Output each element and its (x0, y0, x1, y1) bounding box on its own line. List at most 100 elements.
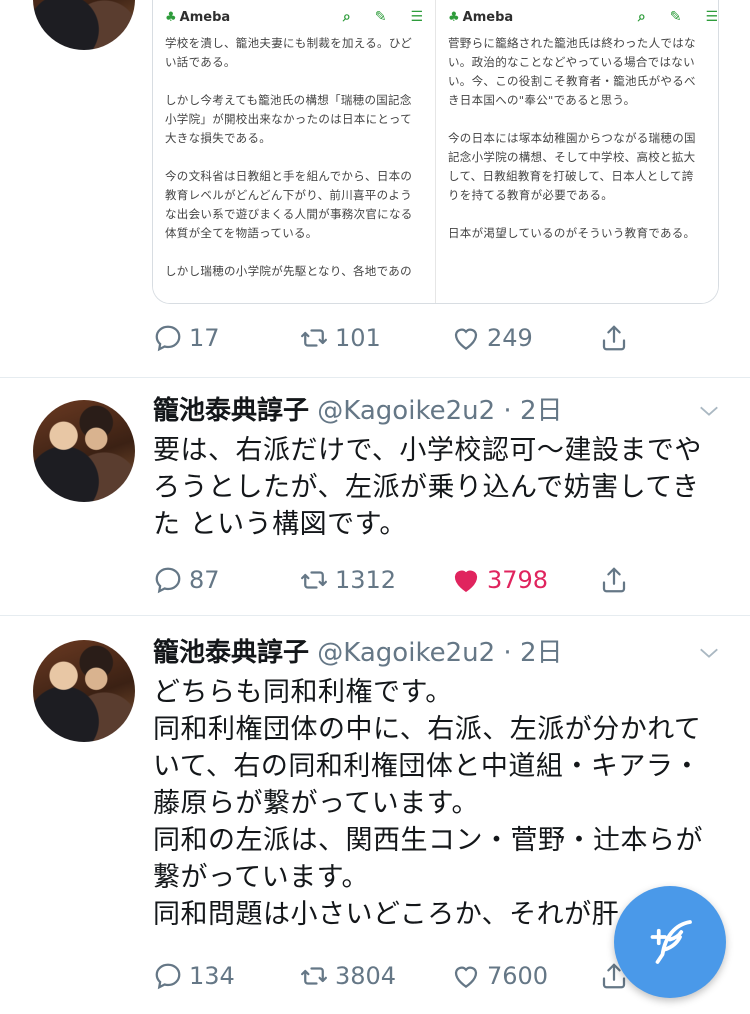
menu-icon: ☰ (705, 9, 718, 25)
ameba-page-right[interactable]: ♣ Ameba ⌕ ✎ ☰ 菅野らに籠絡された籠池氏は終わった人ではな い。政治的… (435, 0, 718, 303)
text-line: ろうとしたが、左派が乗り込んで妨害してき (153, 472, 700, 503)
text-line: しかし瑞穂の小学院が先駆となり、各地であの (165, 264, 412, 278)
retweet-icon (301, 329, 327, 347)
separator-dot: · (495, 638, 520, 668)
ameba-frog-icon: ♣ (165, 9, 177, 25)
tweet-header: 籠池泰典諄子 @Kagoike2u2 · 2日 (153, 636, 562, 670)
avatar[interactable] (33, 640, 135, 742)
display-name[interactable]: 籠池泰典諄子 (153, 396, 309, 426)
text-line: しかし今考えても籠池氏の構想「瑞穂の国記念 (165, 93, 412, 107)
retweet-button[interactable]: 101 (299, 318, 381, 358)
ameba-header: ♣ Ameba ⌕ ✎ ☰ (448, 0, 718, 34)
like-count: 7600 (487, 962, 549, 990)
display-name[interactable]: 籠池泰典諄子 (153, 638, 309, 668)
reply-count: 87 (189, 566, 220, 594)
text-line: た という構図です。 (153, 509, 407, 540)
like-count: 3798 (487, 566, 549, 594)
text-line: 記念小学院の構想、そして中学校、高校と拡大 (448, 150, 696, 164)
like-icon (454, 328, 478, 350)
text-line: りを持てる教育が必要である。 (448, 188, 614, 202)
text-line: 体質が全てを物語っている。 (165, 226, 318, 240)
share-icon (602, 325, 626, 351)
user-handle[interactable]: @Kagoike2u2 (317, 396, 495, 426)
avatar[interactable] (33, 400, 135, 502)
ameba-article-text: 菅野らに籠絡された籠池氏は終わった人ではな い。政治的なことなどやっている場合では… (448, 34, 718, 243)
reply-count: 134 (189, 962, 235, 990)
text-line: 学校を潰し、籠池夫妻にも制裁を加える。ひど (165, 36, 413, 50)
like-count: 249 (487, 324, 533, 352)
text-line: 藤原らが繋がっています。 (153, 788, 479, 819)
tweet-text: どちらも同和利権です。同和利権団体の中に、右派、左派が分かれて いて、右の同和利権… (153, 674, 723, 933)
text-line: 繋がっています。 (153, 862, 369, 893)
like-button[interactable]: 3798 (451, 560, 548, 600)
ameba-brand: Ameba (179, 9, 231, 25)
text-line: き日本国への"奉公"であると思う。 (448, 93, 636, 107)
text-line: い。今、この役割こそ教育者・籠池氏がやるべ (448, 74, 696, 88)
tweet-header: 籠池泰典諄子 @Kagoike2u2 · 2日 (153, 394, 562, 428)
reply-count: 17 (189, 324, 220, 352)
user-handle[interactable]: @Kagoike2u2 (317, 638, 495, 668)
separator-dot: · (495, 396, 520, 426)
retweet-button[interactable]: 1312 (299, 560, 396, 600)
retweet-icon (301, 571, 327, 589)
like-button[interactable]: 249 (451, 318, 533, 358)
reply-button[interactable]: 17 (153, 318, 220, 358)
text-line: いて、右の同和利権団体と中道組・キアラ・ (153, 751, 701, 782)
tweet-media[interactable]: ♣ Ameba ⌕ ✎ ☰ 学校を潰し、籠池夫妻にも制裁を加える。ひど い話である… (152, 0, 719, 304)
tweet[interactable]: 籠池泰典諄子 @Kagoike2u2 · 2日 要は、右派だけで、小学校認可〜建… (0, 378, 750, 616)
text-line: 同和の左派は、関西生コン・菅野・辻本らが (153, 825, 703, 856)
menu-icon: ☰ (410, 9, 423, 25)
compose-tweet-button[interactable] (614, 886, 726, 998)
tweet-time[interactable]: 2日 (520, 396, 563, 426)
tweet-text: 要は、右派だけで、小学校認可〜建設までや ろうとしたが、左派が乗り込んで妨害してき… (153, 432, 723, 543)
pencil-icon: ✎ (374, 9, 387, 25)
reply-icon (155, 567, 181, 594)
retweet-count: 1312 (335, 566, 397, 594)
tweet-time[interactable]: 2日 (520, 638, 563, 668)
ameba-header: ♣ Ameba ⌕ ✎ ☰ (165, 0, 435, 34)
reply-button[interactable]: 134 (153, 956, 235, 996)
tweet-actions: 17 101 249 (153, 318, 643, 358)
retweet-count: 3804 (335, 962, 397, 990)
text-line: 菅野らに籠絡された籠池氏は終わった人ではな (448, 36, 696, 50)
chevron-down-icon[interactable] (698, 400, 720, 422)
text-line: どちらも同和利権です。 (153, 677, 453, 708)
reply-button[interactable]: 87 (153, 560, 220, 600)
avatar[interactable] (33, 0, 135, 50)
text-line: い。政治的なことなどやっている場合ではない (448, 55, 695, 69)
text-line: い話である。 (165, 55, 236, 69)
search-icon: ⌕ (342, 9, 351, 25)
ameba-brand: Ameba (462, 9, 514, 25)
text-line: 日本が渇望しているのがそういう教育である。 (448, 226, 696, 240)
retweet-button[interactable]: 3804 (299, 956, 396, 996)
compose-tweet-icon (650, 920, 692, 964)
reply-icon (155, 325, 181, 352)
retweet-icon (301, 967, 327, 985)
tweet[interactable]: ♣ Ameba ⌕ ✎ ☰ 学校を潰し、籠池夫妻にも制裁を加える。ひど い話である… (0, 0, 750, 378)
ameba-article-text: 学校を潰し、籠池夫妻にも制裁を加える。ひど い話である。しかし今考えても籠池氏の構… (165, 34, 435, 281)
share-button[interactable] (599, 318, 635, 358)
like-icon (454, 570, 478, 592)
text-line: して、日教組教育を打破して、日本人として誇 (448, 169, 694, 183)
chevron-down-icon[interactable] (698, 642, 720, 664)
tweet-actions: 134 3804 7600 (153, 956, 643, 996)
pencil-icon: ✎ (669, 9, 682, 25)
tweet-actions: 87 1312 3798 (153, 560, 643, 600)
like-button[interactable]: 7600 (451, 956, 548, 996)
ameba-frog-icon: ♣ (448, 9, 460, 25)
like-icon (454, 966, 478, 988)
text-line: 同和利権団体の中に、右派、左派が分かれて (153, 714, 702, 745)
text-line: 今の日本には塚本幼稚園からつながる瑞穂の国 (448, 131, 696, 145)
text-line: 小学院」が開校出来なかったのは日本にとって (165, 112, 412, 126)
ameba-page-left[interactable]: ♣ Ameba ⌕ ✎ ☰ 学校を潰し、籠池夫妻にも制裁を加える。ひど い話である… (153, 0, 435, 303)
text-line: 要は、右派だけで、小学校認可〜建設までや (153, 435, 702, 466)
share-button[interactable] (599, 560, 635, 600)
text-line: な出会い系で遊びまくる人間が事務次官になる (165, 207, 413, 221)
text-line: 今の文科省は日教組と手を組んでから、日本の (165, 169, 413, 183)
text-line: 大きな損失である。 (165, 131, 272, 145)
